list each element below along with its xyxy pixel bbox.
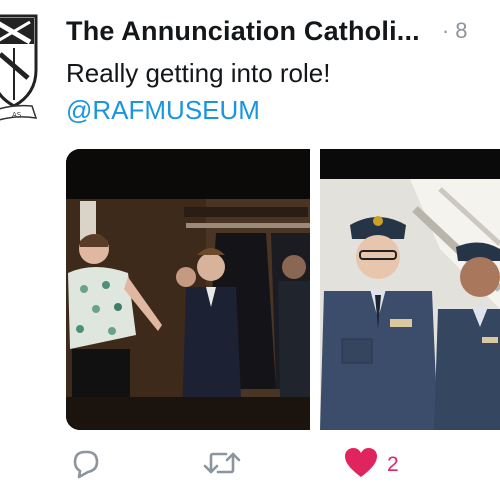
media-grid	[66, 149, 500, 430]
display-name[interactable]: The Annunciation Catholi...	[66, 16, 420, 46]
photo-children-raf-uniforms[interactable]	[320, 149, 500, 430]
reply-icon	[68, 446, 102, 485]
photo-uniforms-dressing-room[interactable]	[66, 149, 310, 430]
tweet-text: Really getting into role!	[66, 58, 331, 88]
tweet-header: The Annunciation Catholi... · 8	[66, 16, 500, 52]
school-crest-icon[interactable]: AS	[0, 14, 46, 126]
retweet-icon	[202, 446, 242, 485]
like-button[interactable]: 2	[343, 446, 399, 484]
reply-button[interactable]	[68, 446, 102, 484]
mention-link[interactable]: @RAFMUSEUM	[66, 95, 260, 126]
separator-dot: ·	[441, 18, 450, 43]
retweet-button[interactable]	[202, 446, 242, 484]
heart-icon	[343, 446, 379, 485]
svg-text:AS: AS	[12, 111, 22, 119]
tweet: AS The Annunciation Catholi... · 8 Really …	[0, 0, 500, 500]
like-count: 2	[387, 453, 399, 476]
timestamp[interactable]: 8	[455, 18, 467, 43]
tweet-actions: 2	[0, 446, 500, 486]
